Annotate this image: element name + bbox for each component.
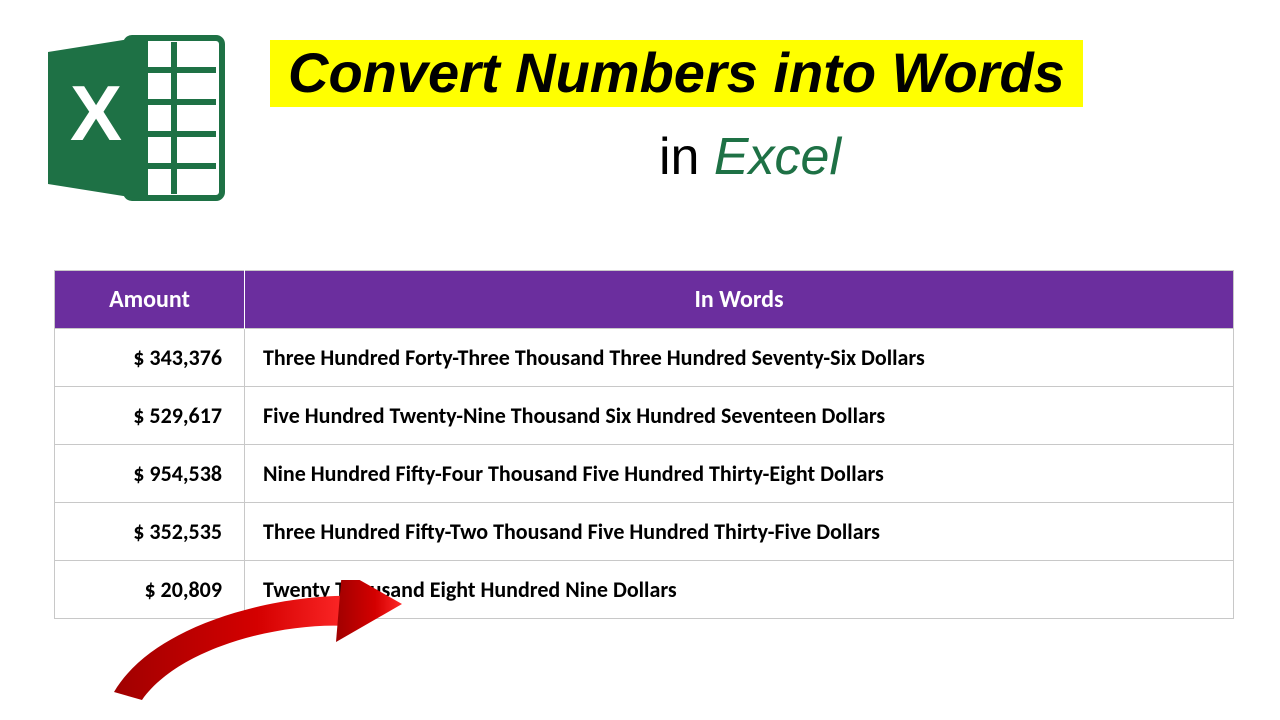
header-amount: Amount xyxy=(55,271,245,329)
cell-words: Twenty Thousand Eight Hundred Nine Dolla… xyxy=(245,561,1234,619)
cell-amount: $ 954,538 xyxy=(55,445,245,503)
subtitle-app: Excel xyxy=(714,128,841,186)
table-header-row: Amount In Words xyxy=(55,271,1234,329)
cell-words: Five Hundred Twenty-Nine Thousand Six Hu… xyxy=(245,387,1234,445)
cell-amount: $ 20,809 xyxy=(55,561,245,619)
excel-icon-letter: X xyxy=(70,69,122,157)
cell-words: Nine Hundred Fifty-Four Thousand Five Hu… xyxy=(245,445,1234,503)
table-row: $ 954,538 Nine Hundred Fifty-Four Thousa… xyxy=(55,445,1234,503)
page-title: Convert Numbers into Words xyxy=(270,40,1083,107)
table-row: $ 20,809 Twenty Thousand Eight Hundred N… xyxy=(55,561,1234,619)
subtitle-in: in xyxy=(659,128,714,186)
page-subtitle: in Excel xyxy=(270,127,1230,187)
table-row: $ 352,535 Three Hundred Fifty-Two Thousa… xyxy=(55,503,1234,561)
header-in-words: In Words xyxy=(245,271,1234,329)
cell-amount: $ 352,535 xyxy=(55,503,245,561)
table-row: $ 529,617 Five Hundred Twenty-Nine Thous… xyxy=(55,387,1234,445)
cell-words: Three Hundred Fifty-Two Thousand Five Hu… xyxy=(245,503,1234,561)
cell-amount: $ 529,617 xyxy=(55,387,245,445)
cell-words: Three Hundred Forty-Three Thousand Three… xyxy=(245,329,1234,387)
amount-table: Amount In Words $ 343,376 Three Hundred … xyxy=(54,270,1234,619)
cell-amount: $ 343,376 xyxy=(55,329,245,387)
table-row: $ 343,376 Three Hundred Forty-Three Thou… xyxy=(55,329,1234,387)
title-block: Convert Numbers into Words in Excel xyxy=(270,40,1230,187)
excel-icon: X xyxy=(40,28,230,208)
